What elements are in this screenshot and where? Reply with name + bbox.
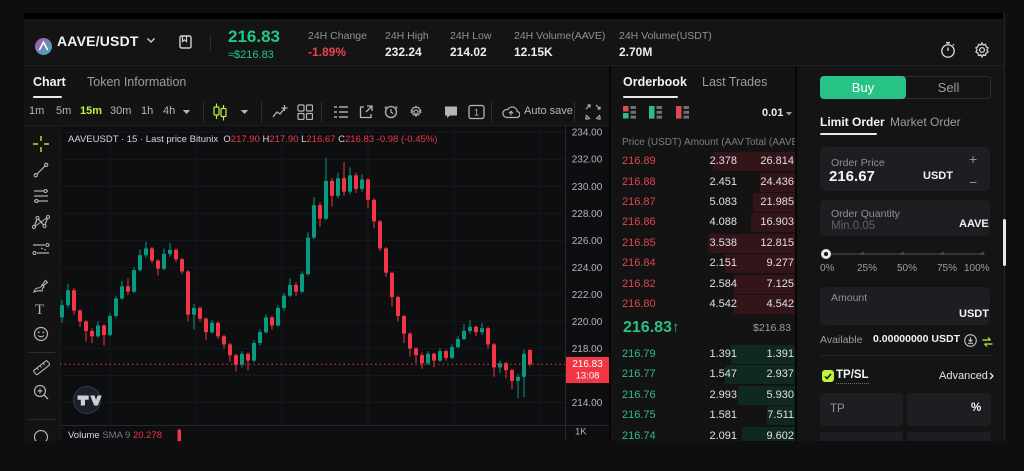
svg-text:1: 1 xyxy=(474,108,479,118)
svg-text:232.00: 232.00 xyxy=(572,155,603,166)
svg-text:234.00: 234.00 xyxy=(572,128,603,139)
svg-text:224.00: 224.00 xyxy=(572,263,603,274)
svg-text:13:08: 13:08 xyxy=(576,371,600,382)
svg-text:230.00: 230.00 xyxy=(572,182,603,193)
svg-text:226.00: 226.00 xyxy=(572,236,603,247)
svg-text:216.83: 216.83 xyxy=(572,359,603,370)
svg-text:228.00: 228.00 xyxy=(572,209,603,220)
svg-text:220.00: 220.00 xyxy=(572,317,603,328)
svg-text:222.00: 222.00 xyxy=(572,290,603,301)
svg-text:214.00: 214.00 xyxy=(572,398,603,409)
svg-text:218.00: 218.00 xyxy=(572,344,603,355)
svg-text:1K: 1K xyxy=(575,427,587,438)
